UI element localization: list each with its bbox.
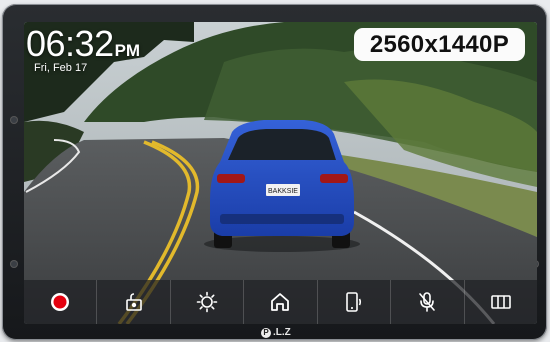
resolution-badge[interactable]: 2560x1440P bbox=[353, 28, 525, 61]
record-button[interactable] bbox=[24, 280, 98, 324]
clock: 06:32PM Fri, Feb 17 bbox=[26, 23, 141, 75]
lock-file-button[interactable] bbox=[97, 280, 171, 324]
ampm-text: PM bbox=[114, 41, 141, 60]
home-button[interactable] bbox=[244, 280, 318, 324]
lock-icon bbox=[125, 293, 142, 311]
logo-text: .L.Z bbox=[273, 327, 291, 338]
brand-logo: P .L.Z bbox=[261, 327, 291, 338]
license-plate: BAKKSIE bbox=[268, 188, 298, 195]
dashcam-device: BAKKSIE 06:32PM Fri, Feb 17 2560x1440P P… bbox=[2, 4, 547, 340]
screen: BAKKSIE 06:32PM Fri, Feb 17 2560x1440P bbox=[24, 22, 537, 324]
phone-icon bbox=[346, 292, 361, 312]
split-view-icon bbox=[490, 295, 511, 309]
logo-mark: P bbox=[261, 327, 271, 338]
settings-button[interactable] bbox=[171, 280, 245, 324]
gear-icon bbox=[196, 291, 218, 313]
microphone-muted-icon bbox=[419, 292, 436, 312]
record-icon bbox=[51, 293, 70, 311]
time-text: 06:32 bbox=[26, 23, 114, 64]
bezel-button bbox=[10, 260, 18, 268]
bottom-toolbar bbox=[24, 280, 537, 324]
microphone-button[interactable] bbox=[391, 280, 465, 324]
bezel-button bbox=[10, 116, 18, 124]
split-view-button[interactable] bbox=[465, 280, 537, 324]
phone-button[interactable] bbox=[318, 280, 392, 324]
home-icon bbox=[271, 293, 290, 311]
